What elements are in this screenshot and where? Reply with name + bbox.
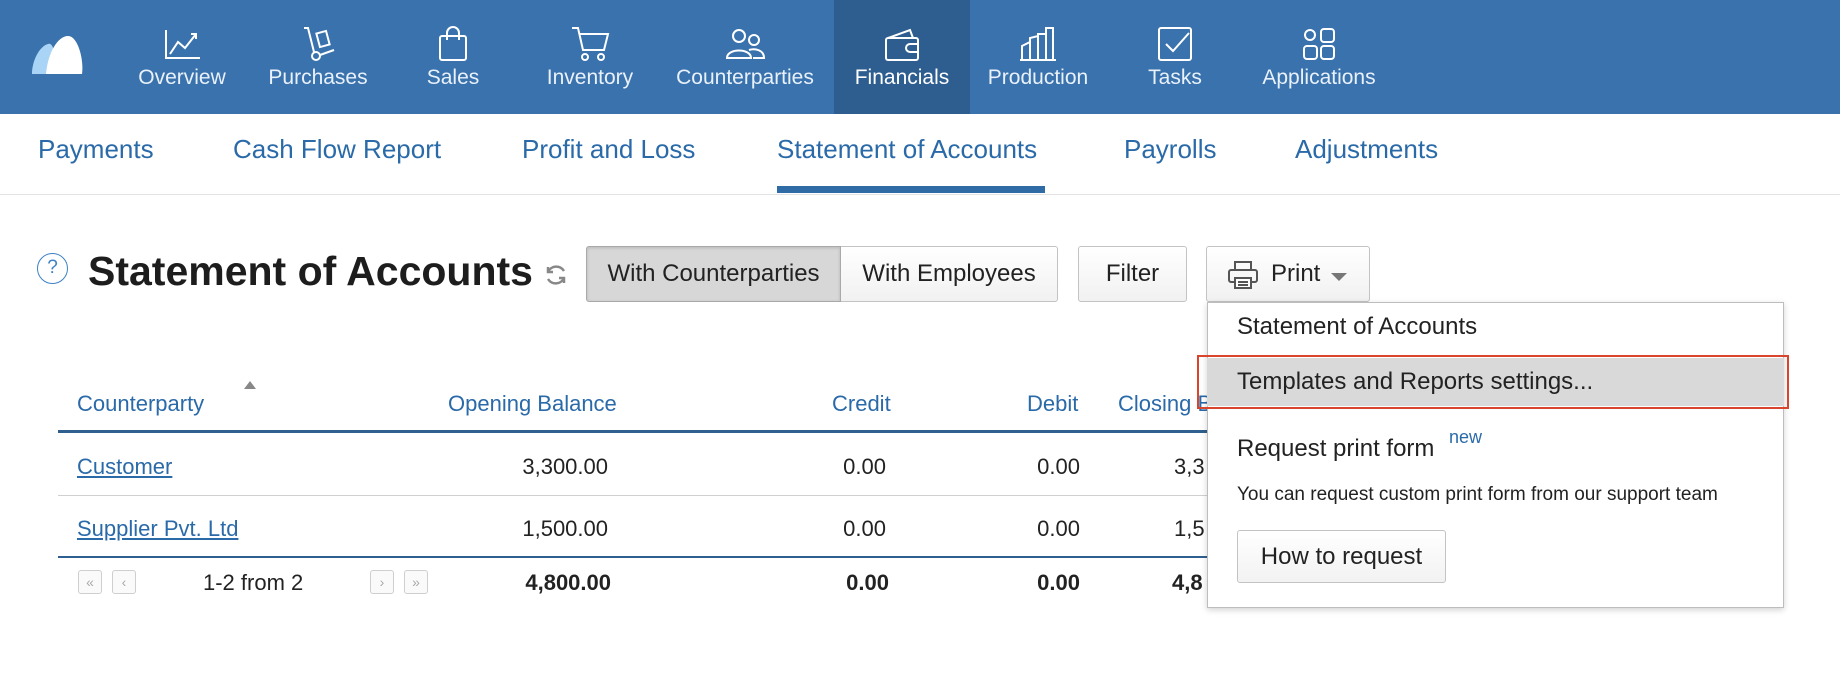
request-print-form-note: You can request custom print form from o…	[1237, 484, 1718, 505]
nav-item-inventory[interactable]: Inventory	[534, 0, 646, 114]
chart-line-icon	[165, 30, 200, 59]
tab-payments[interactable]: Payments	[38, 134, 154, 165]
help-icon[interactable]: ?	[37, 253, 68, 284]
filter-button[interactable]: Filter	[1078, 246, 1187, 302]
highlight-outline	[1197, 355, 1789, 409]
new-badge: new	[1449, 427, 1483, 447]
nav-label: Overview	[138, 66, 226, 89]
debit-cell: 0.00	[1037, 454, 1080, 479]
column-header-opening-balance[interactable]: Opening Balance	[448, 391, 617, 417]
shopping-bag-icon	[439, 26, 467, 61]
next-page-button[interactable]: ›	[370, 570, 394, 594]
nav-label: Sales	[426, 66, 480, 89]
credit-cell: 0.00	[843, 454, 886, 479]
refresh-icon[interactable]	[543, 262, 569, 288]
sort-ascending-icon	[244, 381, 256, 389]
apps-grid-icon	[1303, 28, 1335, 60]
table-footer-divider	[58, 556, 1208, 558]
with-employees-button[interactable]: With Employees	[841, 246, 1058, 302]
total-credit: 0.00	[846, 570, 889, 595]
nav-label: Tasks	[1148, 66, 1202, 89]
nav-item-sales[interactable]: Sales	[398, 0, 508, 114]
column-header-debit[interactable]: Debit	[1027, 391, 1078, 417]
last-page-button[interactable]: »	[404, 570, 428, 594]
tab-profit-and-loss[interactable]: Profit and Loss	[522, 134, 695, 165]
menu-item-request-print-form[interactable]: Request print form	[1237, 435, 1434, 463]
nav-label: Inventory	[546, 66, 634, 89]
opening-balance-cell: 1,500.00	[522, 516, 608, 541]
closing-balance-cell: 1,5	[1174, 516, 1205, 541]
counterparty-link[interactable]: Supplier Pvt. Ltd	[77, 516, 238, 542]
pager-status: 1-2 from 2	[203, 570, 304, 595]
nav-item-counterparties[interactable]: Counterparties	[668, 0, 822, 114]
tab-payrolls[interactable]: Payrolls	[1124, 134, 1216, 165]
cart-icon	[572, 27, 610, 61]
wallet-icon	[885, 28, 919, 61]
nav-label: Financials	[854, 66, 950, 89]
app-logo-icon[interactable]	[28, 30, 84, 76]
nav-item-applications[interactable]: Applications	[1254, 0, 1384, 114]
total-opening-balance: 4,800.00	[525, 570, 611, 595]
nav-item-overview[interactable]: Overview	[126, 0, 238, 114]
total-debit: 0.00	[1037, 570, 1080, 595]
tab-adjustments[interactable]: Adjustments	[1295, 134, 1438, 165]
table-header-divider	[58, 430, 1208, 433]
tab-cash-flow-report[interactable]: Cash Flow Report	[233, 134, 441, 165]
print-button[interactable]: Print	[1206, 246, 1370, 302]
nav-item-production[interactable]: Production	[980, 0, 1096, 114]
nav-label: Counterparties	[676, 66, 814, 89]
factory-icon	[1020, 27, 1056, 61]
how-to-request-button[interactable]: How to request	[1237, 530, 1446, 583]
menu-item-statement-of-accounts[interactable]: Statement of Accounts	[1237, 313, 1477, 341]
nav-label: Purchases	[268, 66, 368, 89]
nav-label: Production	[987, 66, 1089, 89]
nav-label: Applications	[1262, 66, 1376, 89]
row-divider	[58, 495, 1208, 496]
checkbox-icon	[1158, 27, 1192, 61]
first-page-button[interactable]: «	[78, 570, 102, 594]
counterparty-link[interactable]: Customer	[77, 454, 172, 480]
active-tab-indicator	[777, 186, 1045, 193]
people-icon	[725, 29, 766, 59]
financials-subtabs: Payments Cash Flow Report Profit and Los…	[0, 114, 1840, 195]
top-navigation: Overview Purchases Sales Inventory Count…	[0, 0, 1840, 114]
nav-item-purchases[interactable]: Purchases	[260, 0, 376, 114]
previous-page-button[interactable]: ‹	[112, 570, 136, 594]
credit-cell: 0.00	[843, 516, 886, 541]
page-title: Statement of Accounts	[88, 248, 533, 294]
nav-item-tasks[interactable]: Tasks	[1120, 0, 1230, 114]
column-header-credit[interactable]: Credit	[832, 391, 891, 417]
column-header-counterparty[interactable]: Counterparty	[77, 391, 204, 417]
opening-balance-cell: 3,300.00	[522, 454, 608, 479]
debit-cell: 0.00	[1037, 516, 1080, 541]
closing-balance-cell: 3,3	[1174, 454, 1205, 479]
hand-truck-icon	[304, 27, 335, 61]
printer-icon	[1228, 261, 1258, 289]
tab-statement-of-accounts[interactable]: Statement of Accounts	[777, 134, 1037, 165]
nav-item-financials[interactable]: Financials	[834, 0, 970, 114]
total-closing-balance: 4,8	[1172, 570, 1203, 595]
with-counterparties-button[interactable]: With Counterparties	[586, 246, 841, 302]
chevron-down-icon	[1331, 273, 1347, 281]
print-label: Print	[1271, 260, 1321, 287]
